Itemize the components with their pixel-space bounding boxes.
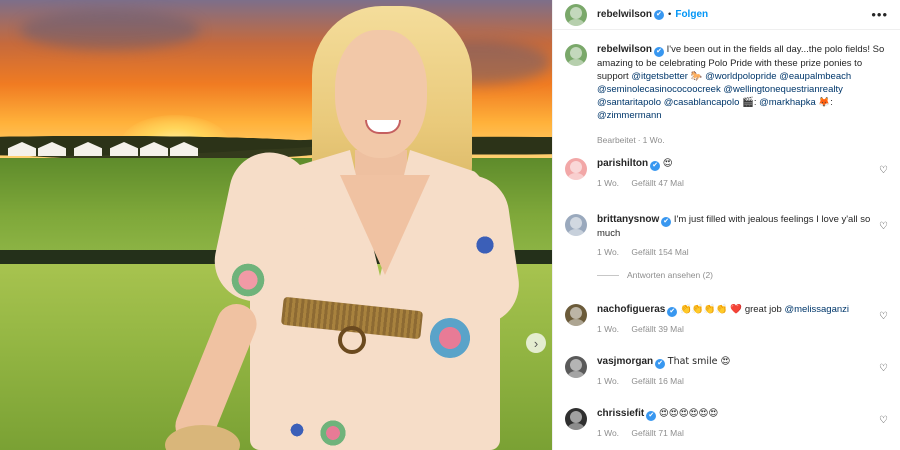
verified-icon: ✔ xyxy=(655,359,666,369)
verified-icon: ✔ xyxy=(654,47,665,57)
comment-meta: 1 Wo. Gefällt 16 Mal xyxy=(597,375,888,388)
mention-link[interactable]: @melissaganzi xyxy=(784,304,849,315)
author-username[interactable]: rebelwilson xyxy=(597,9,652,20)
avatar[interactable] xyxy=(565,44,587,66)
mention-link[interactable]: @seminolecasinococoocreek xyxy=(597,84,721,95)
heart-icon[interactable]: ♡ xyxy=(879,221,888,232)
comment-body: brittanysnow ✔ I'm just filled with jealo… xyxy=(597,213,888,282)
heart-icon[interactable]: ♡ xyxy=(879,363,888,374)
comment-time: 1 Wo. xyxy=(597,428,620,438)
emoji: 🐎 xyxy=(690,71,703,82)
heart-icon[interactable]: ♡ xyxy=(879,311,888,322)
view-replies-button[interactable]: Antworten ansehen (2) xyxy=(597,269,888,282)
comment-likes[interactable]: Gefällt 71 Mal xyxy=(631,428,683,438)
mention-link[interactable]: @markhapka xyxy=(759,97,816,108)
more-options-icon[interactable]: ••• xyxy=(871,7,888,22)
view-replies-label: Antworten ansehen (2) xyxy=(627,270,713,280)
floral-print xyxy=(228,262,268,298)
bird-print xyxy=(285,420,309,440)
replies-divider xyxy=(597,275,619,276)
comment-username[interactable]: chrissiefit xyxy=(597,408,644,419)
comment-meta: 1 Wo. Gefällt 154 Mal xyxy=(597,246,888,259)
comment: chrissiefit ✔ 😍😍😍😍😍😍 1 Wo. Gefällt 71 Mal… xyxy=(565,407,888,440)
comment-meta: 1 Wo. Gefällt 47 Mal xyxy=(597,177,888,190)
mention-link[interactable]: @santaritapolo xyxy=(597,97,661,108)
comment-likes[interactable]: Gefällt 154 Mal xyxy=(631,247,688,257)
edited-label: Bearbeitet xyxy=(597,135,636,145)
next-photo-button[interactable]: › xyxy=(526,333,546,353)
face xyxy=(335,30,427,158)
comment-likes[interactable]: Gefällt 39 Mal xyxy=(631,324,683,334)
post-photo[interactable]: › xyxy=(0,0,552,450)
comments-list[interactable]: rebelwilson ✔ I've been out in the fields… xyxy=(553,31,900,450)
floral-print xyxy=(316,418,350,448)
mention-link[interactable]: @wellingtonequestrianrealty xyxy=(723,84,843,95)
post-side-panel: rebelwilson ✔ • Folgen ••• rebelwilson ✔ … xyxy=(552,0,900,450)
avatar[interactable] xyxy=(565,356,587,378)
avatar[interactable] xyxy=(565,214,587,236)
emoji: 🦊 xyxy=(818,97,831,108)
comment-username[interactable]: vasjmorgan xyxy=(597,356,653,367)
comment-text: That smile 😍 xyxy=(667,356,731,367)
verified-icon: ✔ xyxy=(646,411,657,421)
comment-time: 1 Wo. xyxy=(597,178,620,188)
comment-time: 1 Wo. xyxy=(597,324,620,334)
verified-icon: ✔ xyxy=(667,307,678,317)
comment-time: 1 Wo. xyxy=(597,247,620,257)
comment: nachofigueras ✔ 👏👏👏👏 ❤️ great job @meliss… xyxy=(565,303,888,336)
colon: : xyxy=(830,97,833,108)
caption-time: 1 Wo. xyxy=(642,135,665,145)
comment-likes[interactable]: Gefällt 16 Mal xyxy=(631,376,683,386)
post-header: rebelwilson ✔ • Folgen ••• xyxy=(553,0,900,30)
comment-username[interactable]: parishilton xyxy=(597,158,648,169)
heart-icon[interactable]: ♡ xyxy=(879,415,888,426)
colon: : xyxy=(753,97,757,108)
mention-link[interactable]: @zimmermann xyxy=(597,110,662,121)
verified-icon: ✔ xyxy=(654,9,665,20)
comment-username[interactable]: brittanysnow xyxy=(597,214,659,225)
belt-buckle xyxy=(338,326,366,354)
comment-body: parishilton ✔ 😍 1 Wo. Gefällt 47 Mal xyxy=(597,157,888,190)
emoji: 🎬 xyxy=(742,97,754,108)
cloud xyxy=(20,10,200,50)
comment-body: chrissiefit ✔ 😍😍😍😍😍😍 1 Wo. Gefällt 71 Mal xyxy=(597,407,888,440)
comment-body: vasjmorgan ✔ That smile 😍 1 Wo. Gefällt 1… xyxy=(597,355,888,388)
caption-body: rebelwilson ✔ I've been out in the fields… xyxy=(597,43,888,147)
comment-meta: 1 Wo. Gefällt 71 Mal xyxy=(597,427,888,440)
mention-link[interactable]: @eaupalmbeach xyxy=(779,71,851,82)
comment-text: 😍 xyxy=(662,158,673,169)
mention-link[interactable]: @casablancapolo xyxy=(664,97,740,108)
follow-button[interactable]: Folgen xyxy=(675,9,708,20)
comment-body: nachofigueras ✔ 👏👏👏👏 ❤️ great job @meliss… xyxy=(597,303,888,336)
avatar[interactable] xyxy=(565,408,587,430)
comment-text: 👏👏👏👏 ❤️ xyxy=(680,304,743,315)
comment: brittanysnow ✔ I'm just filled with jealo… xyxy=(565,213,888,282)
avatar[interactable] xyxy=(565,304,587,326)
verified-icon: ✔ xyxy=(650,161,661,171)
caption: rebelwilson ✔ I've been out in the fields… xyxy=(565,43,888,147)
caption-username[interactable]: rebelwilson xyxy=(597,44,652,55)
caption-meta: Bearbeitet · 1 Wo. xyxy=(597,134,888,147)
avatar[interactable] xyxy=(565,158,587,180)
floral-print xyxy=(420,318,480,358)
comment-likes[interactable]: Gefällt 47 Mal xyxy=(631,178,683,188)
chevron-right-icon: › xyxy=(533,335,539,351)
verified-icon: ✔ xyxy=(661,217,672,227)
separator-dot: • xyxy=(668,9,672,20)
comment-meta: 1 Wo. Gefällt 39 Mal xyxy=(597,323,888,336)
comment-username[interactable]: nachofigueras xyxy=(597,304,665,315)
heart-icon[interactable]: ♡ xyxy=(879,165,888,176)
comment-time: 1 Wo. xyxy=(597,376,620,386)
bird-print xyxy=(470,230,500,260)
comment-text-suffix: great job xyxy=(744,304,782,315)
comment: vasjmorgan ✔ That smile 😍 1 Wo. Gefällt 1… xyxy=(565,355,888,388)
separator-dot: · xyxy=(637,135,641,145)
comment: parishilton ✔ 😍 1 Wo. Gefällt 47 Mal ♡ xyxy=(565,157,888,190)
avatar[interactable] xyxy=(565,3,587,26)
mention-link[interactable]: @itgetsbetter xyxy=(631,71,688,82)
mention-link[interactable]: @worldpolopride xyxy=(705,71,776,82)
comment-text: 😍😍😍😍😍😍 xyxy=(658,408,719,419)
